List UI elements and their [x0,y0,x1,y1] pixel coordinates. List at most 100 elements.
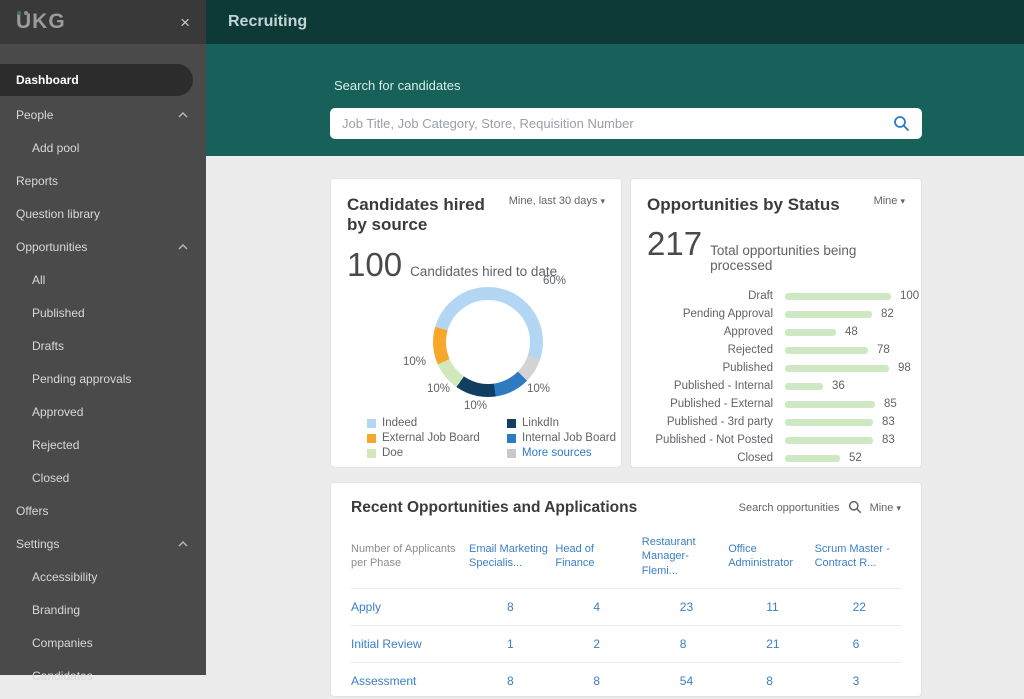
search-icon[interactable] [848,500,862,517]
applicant-count[interactable]: 23 [641,587,729,625]
donut-legend: Indeed LinkdIn External Job Board Intern… [367,417,647,459]
slice-label: 10% [427,383,451,395]
status-bar [785,436,873,444]
phase-link[interactable]: Apply [351,587,469,625]
applicant-count[interactable]: 6 [814,624,901,662]
sidebar-item-closed[interactable]: Closed [0,461,206,494]
status-value: 100 [900,290,920,303]
legend-item-internal-job-board: Internal Job Board [507,432,647,444]
search-opportunities-label: Search opportunities [738,502,840,514]
status-label: Published - Internal [673,380,773,393]
applicant-count[interactable]: 2 [555,624,642,662]
sidebar-item-people[interactable]: People [0,98,206,131]
status-label: Pending Approval [682,308,773,321]
sidebar-item-drafts[interactable]: Drafts [0,329,206,362]
caret-down-icon: ▾ [900,196,905,206]
sidebar-item-all[interactable]: All [0,263,206,296]
legend-item-indeed: Indeed [367,417,507,429]
legend-swatch [367,448,376,458]
chevron-up-icon [178,540,188,547]
sidebar-item-pending-approvals[interactable]: Pending approvals [0,362,206,395]
slice-label: 10% [527,383,551,395]
legend-swatch [507,448,516,458]
sidebar-item-dashboard[interactable]: Dashboard [0,64,193,96]
status-bar [785,292,891,300]
legend-swatch [367,418,376,428]
row-axis-header: Number of Applicants per Phase [351,543,456,570]
applicant-count[interactable]: 54 [641,661,729,699]
sidebar-item-published[interactable]: Published [0,296,206,329]
status-bar-chart: Draft 100 Pending Approval 82 Approved 48 Reje… [647,287,919,467]
sidebar-item-companies[interactable]: Companies [0,626,206,659]
applicant-count[interactable]: 8 [641,624,729,662]
more-sources-link[interactable]: More sources [507,447,647,459]
candidate-search-input[interactable] [342,116,893,131]
sidebar-item-settings[interactable]: Settings [0,527,206,560]
chevron-up-icon [178,243,188,250]
status-bar [785,400,875,408]
status-metric-value: 217 [647,225,703,263]
phase-link[interactable]: Initial Review [351,624,469,662]
applicant-count[interactable]: 8 [469,587,556,625]
sidebar-item-accessibility[interactable]: Accessibility [0,560,206,593]
close-icon[interactable]: × [180,14,190,31]
status-value: 52 [849,452,862,465]
caret-down-icon: ▾ [896,503,901,513]
search-banner: Search for candidates [206,44,1024,156]
status-bar-row: Approved 48 [647,323,905,341]
column-header-link[interactable]: Head of Finance [555,529,641,588]
sidebar-item-branding[interactable]: Branding [0,593,206,626]
status-label: Published - External [670,398,773,411]
column-header-link[interactable]: Email Marketing Specialis... [469,529,555,588]
legend-item-external-job-board: External Job Board [367,432,507,444]
applicant-count[interactable]: 1 [469,624,556,662]
status-bar [785,364,889,372]
sidebar-item-question-library[interactable]: Question library [0,197,206,230]
status-bar-row: Closed 52 [647,449,905,467]
status-bar [785,418,873,426]
recent-opportunities-card: Recent Opportunities and Applications Se… [330,482,922,697]
status-value: 83 [882,416,895,429]
recent-filter-dropdown[interactable]: Mine ▾ [870,502,901,514]
dashboard-content: Candidates hired by source Mine, last 30… [206,156,1024,697]
logo-dot-gray [24,11,28,15]
card-title: Recent Opportunities and Applications [351,499,638,516]
status-bar-row: Pending Approval 82 [647,305,905,323]
donut-chart: 60% 10% 10% 10% 10% Indeed LinkdIn Exter… [331,179,623,469]
status-bar-row: Published - External 85 [647,395,905,413]
legend-swatch [367,433,376,443]
status-bar-row: Published - Internal 36 [647,377,905,395]
applicant-count[interactable]: 21 [728,624,815,662]
applicant-count[interactable]: 8 [555,661,642,699]
status-bar [785,454,840,462]
applicant-count[interactable]: 11 [728,587,815,625]
sidebar-item-add-pool[interactable]: Add pool [0,131,206,164]
sidebar-item-opportunities[interactable]: Opportunities [0,230,206,263]
sidebar-item-approved[interactable]: Approved [0,395,206,428]
sidebar-item-offers[interactable]: Offers [0,494,206,527]
applicant-count[interactable]: 22 [814,587,901,625]
app-header: Recruiting [206,0,1024,44]
search-icon[interactable] [893,115,910,132]
main-area: Recruiting Search for candidates Candida… [206,0,1024,697]
applicant-count[interactable]: 8 [469,661,556,699]
status-label: Published - Not Posted [655,434,773,447]
slice-label: 10% [403,356,427,368]
column-header-link[interactable]: Restaurant Manager-Flemi... [642,529,728,588]
legend-swatch [507,433,516,443]
sidebar-item-reports[interactable]: Reports [0,164,206,197]
status-filter-dropdown[interactable]: Mine ▾ [874,195,905,215]
sidebar: UKG × Dashboard People Add pool Reports … [0,0,206,683]
status-label: Draft [748,290,773,303]
slice-label: 60% [543,275,567,287]
sidebar-nav: Dashboard People Add pool Reports Questi… [0,44,206,692]
sidebar-item-candidates[interactable]: Candidates [0,659,206,692]
applicant-count[interactable]: 8 [728,661,815,699]
column-header-link[interactable]: Office Administrator [728,529,814,588]
sidebar-item-rejected[interactable]: Rejected [0,428,206,461]
phase-link[interactable]: Assessment [351,661,469,699]
applicant-count[interactable]: 4 [555,587,642,625]
slice-label: 10% [464,400,488,412]
column-header-link[interactable]: Scrum Master - Contract R... [815,529,901,588]
applicant-count[interactable]: 3 [814,661,901,699]
